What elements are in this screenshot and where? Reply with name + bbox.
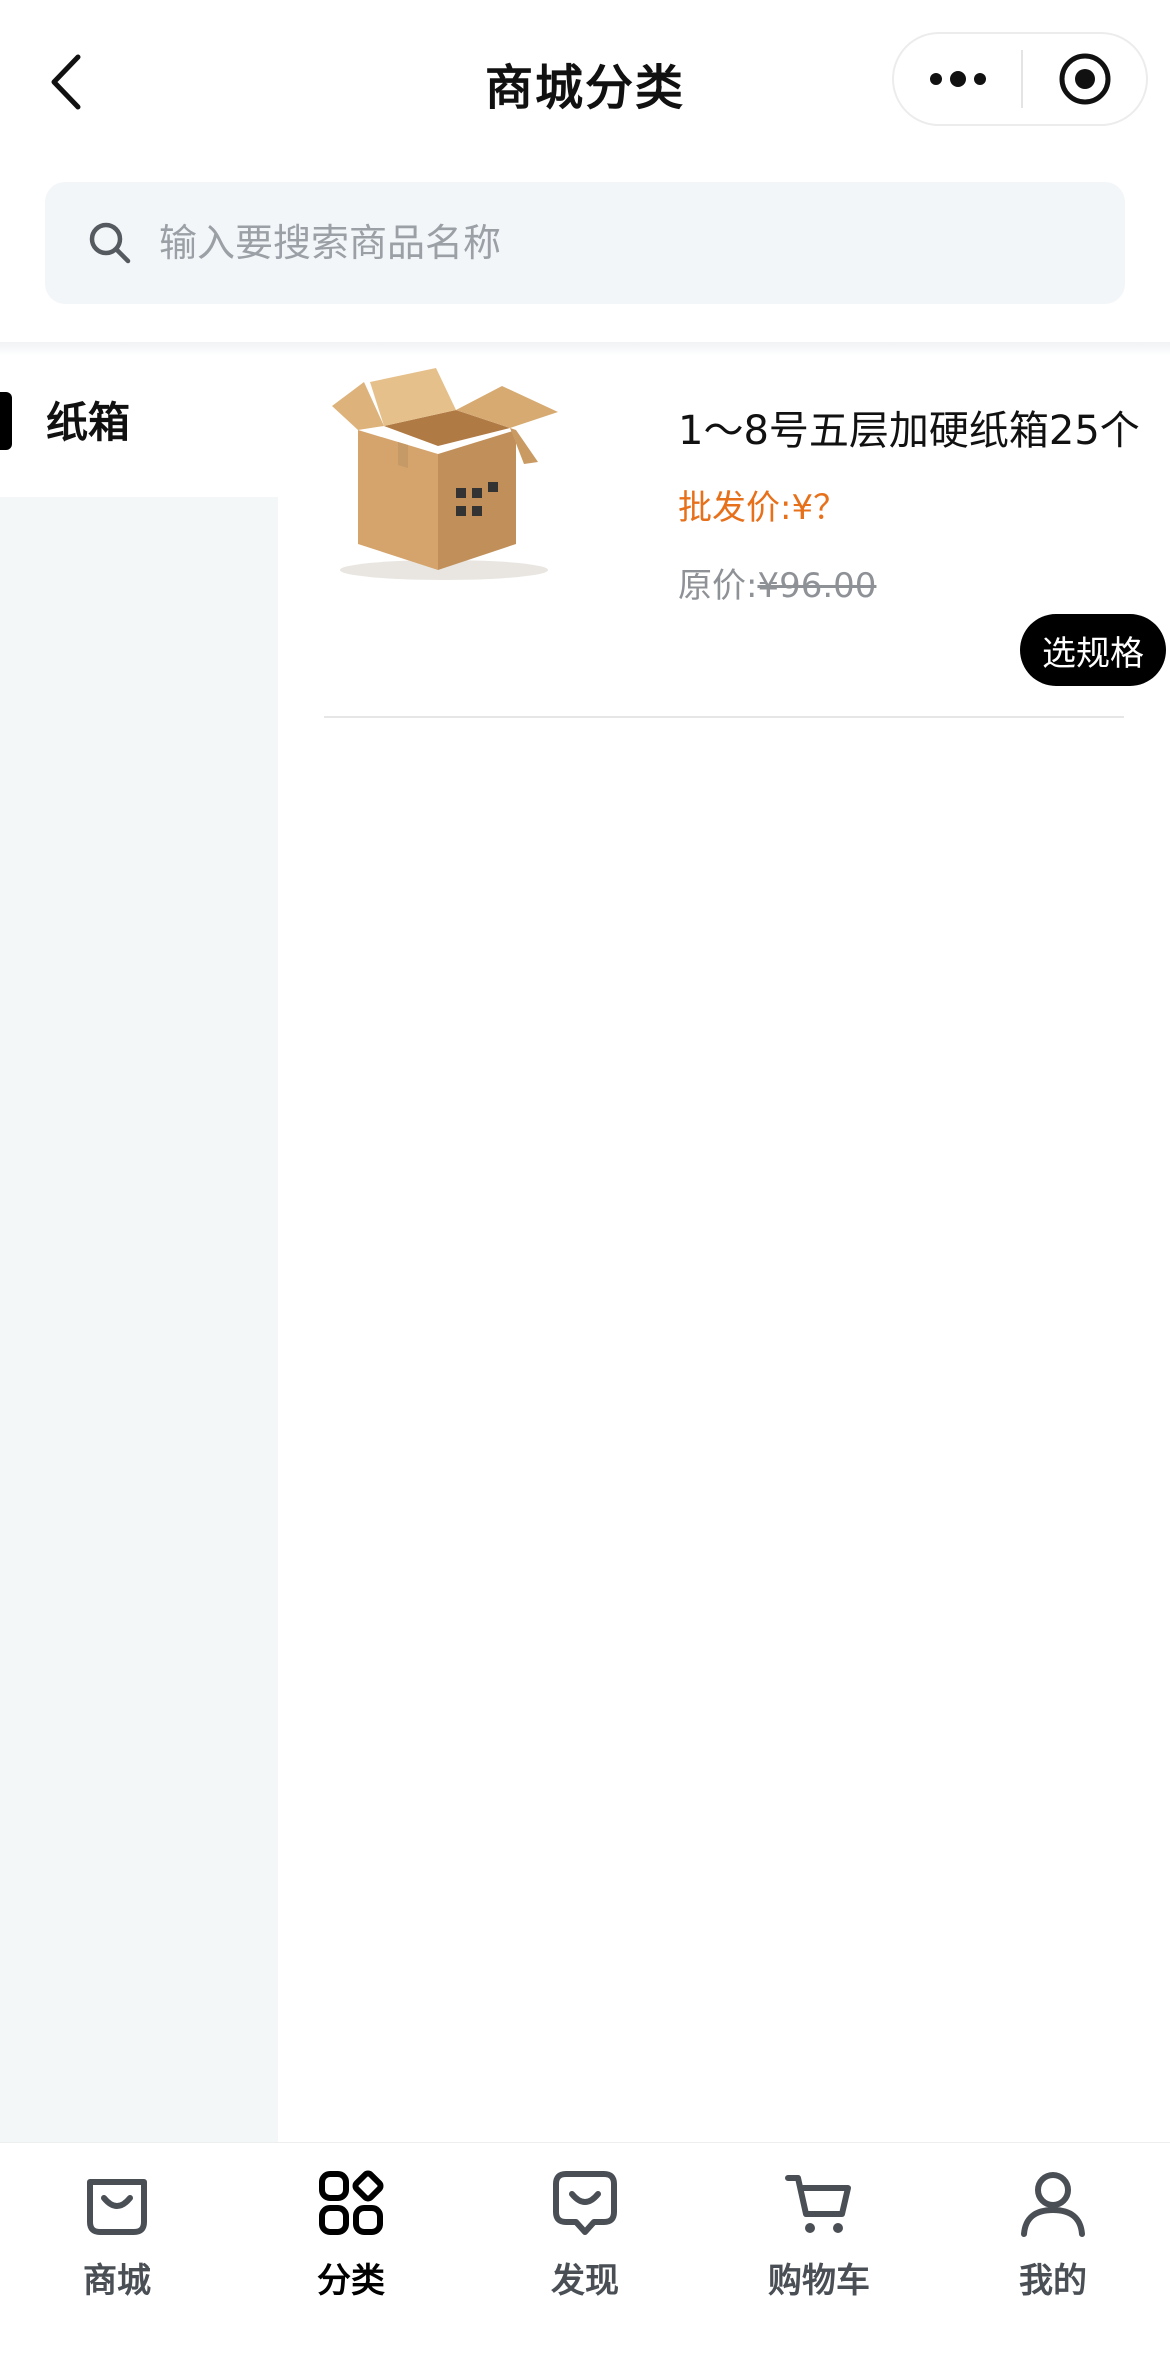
product-card[interactable]: 1～8号五层加硬纸箱25个 批发价:¥？ 原价:¥96.00 选规格 <box>324 364 1166 720</box>
product-list: 1～8号五层加硬纸箱25个 批发价:¥？ 原价:¥96.00 选规格 <box>278 342 1170 2142</box>
active-indicator <box>0 392 12 450</box>
tab-label: 发现 <box>551 2261 619 2301</box>
mini-program-capsule <box>892 32 1148 126</box>
more-dots-icon <box>929 71 986 87</box>
wholesale-value: ¥？ <box>791 488 848 528</box>
cart-icon <box>785 2175 851 2233</box>
select-spec-button[interactable]: 选规格 <box>1020 614 1166 686</box>
search-bar[interactable] <box>45 182 1125 304</box>
tab-label: 商城 <box>83 2261 151 2301</box>
original-price: 原价:¥96.00 <box>678 558 876 607</box>
category-sidebar: 纸箱 <box>0 342 278 2142</box>
close-miniprogram-button[interactable] <box>1023 34 1146 124</box>
product-divider <box>324 716 1124 718</box>
original-value: ¥96.00 <box>757 566 877 606</box>
category-page: 商城 分类 输入要搜索商品名称 纸箱 1～8号五层加硬纸箱25个 批发价:¥？ 原… <box>0 0 1170 2353</box>
tab-cart[interactable]: 购物车 <box>702 2143 936 2353</box>
wholesale-label: 批发价: <box>678 488 792 528</box>
search-input[interactable] <box>159 221 1059 265</box>
tab-discover[interactable]: 发现 <box>468 2143 702 2353</box>
nav-header: 商城分类 <box>0 0 1170 165</box>
category-grid-icon <box>319 2170 384 2235</box>
tab-label: 我的 <box>1019 2261 1087 2301</box>
user-icon <box>1021 2172 1085 2237</box>
header-shadow <box>0 342 1170 356</box>
bottom-tab-bar: 商城 分类 发现 购物车 我的 <box>0 2142 1170 2353</box>
sidebar-item-label: 纸箱 <box>46 398 131 447</box>
sidebar-item-carton[interactable]: 纸箱 <box>0 342 278 497</box>
discover-chat-icon <box>553 2171 617 2235</box>
tab-mall[interactable]: 商城 <box>0 2143 234 2353</box>
wholesale-price: 批发价:¥？ <box>678 480 847 529</box>
product-name[interactable]: 1～8号五层加硬纸箱25个 <box>678 398 1140 456</box>
tab-label: 分类 <box>317 2261 385 2301</box>
search-icon <box>89 222 131 264</box>
tab-category[interactable]: 分类 <box>234 2143 468 2353</box>
product-image[interactable] <box>324 364 564 582</box>
target-circle-icon <box>1059 53 1110 105</box>
tab-mine[interactable]: 我的 <box>936 2143 1170 2353</box>
original-label: 原价: <box>678 566 758 606</box>
tab-label: 购物车 <box>768 2261 870 2301</box>
bag-icon <box>87 2179 147 2235</box>
more-button[interactable] <box>894 34 1021 124</box>
